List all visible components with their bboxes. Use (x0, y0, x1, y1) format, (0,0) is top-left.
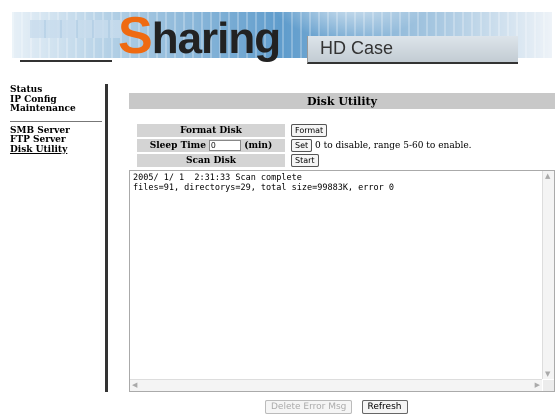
set-button[interactable]: Set (291, 138, 313, 152)
bottom-button-row: Delete Error Msg Refresh (265, 394, 412, 414)
sleep-time-input[interactable] (209, 140, 242, 151)
scrollbar-corner (543, 380, 554, 391)
vertical-scrollbar[interactable]: ▲ ▼ (542, 171, 554, 379)
nav-disk-utility[interactable]: Disk Utility (10, 145, 105, 156)
start-scan-button[interactable]: Start (291, 153, 319, 167)
brand-first-letter: S (118, 7, 153, 65)
chevron-right-icon[interactable]: ▶ (535, 381, 540, 389)
nav-divider (10, 115, 102, 122)
format-row: Format Disk Format (137, 123, 472, 137)
page-title: Disk Utility (129, 93, 555, 109)
nav-maintenance[interactable]: Maintenance (10, 104, 105, 115)
chevron-left-icon[interactable]: ◀ (132, 381, 137, 389)
brand-name: haring (151, 14, 281, 63)
scan-row: Scan Disk Start (137, 153, 472, 167)
log-line: files=91, directorys=29, total size=9988… (133, 183, 394, 193)
sidebar-separator (105, 84, 108, 392)
brand-subtitle: HD Case (320, 38, 394, 58)
log-line: 2005/ 1/ 1 2:31:33 Scan complete (133, 173, 302, 183)
format-button[interactable]: Format (291, 123, 328, 137)
header-banner: Sharing HD Case (0, 0, 555, 78)
scan-log-textarea[interactable]: 2005/ 1/ 1 2:31:33 Scan complete files=91… (129, 170, 555, 392)
banner-swirl (270, 0, 430, 40)
brand-logo: Sharing (118, 7, 281, 65)
scan-log-content: 2005/ 1/ 1 2:31:33 Scan complete files=91… (133, 173, 394, 193)
disk-utility-table: Format Disk Format Sleep Time (min) Set … (137, 122, 472, 169)
chevron-up-icon[interactable]: ▲ (545, 172, 550, 180)
sleep-row: Sleep Time (min) Set 0 to disable, range… (137, 138, 472, 152)
format-label: Format Disk (137, 124, 285, 137)
banner-divider (20, 60, 112, 62)
refresh-button[interactable]: Refresh (361, 400, 408, 414)
subtitle-box: HD Case (307, 36, 518, 64)
delete-error-msg-button[interactable]: Delete Error Msg (265, 400, 353, 414)
banner-decoration (30, 20, 120, 38)
horizontal-scrollbar[interactable]: ◀ ▶ (130, 379, 542, 391)
sleep-unit: (min) (244, 141, 273, 151)
scan-label: Scan Disk (137, 154, 285, 167)
sleep-label: Sleep Time (149, 141, 206, 151)
sleep-hint: 0 to disable, range 5-60 to enable. (315, 140, 472, 151)
chevron-down-icon[interactable]: ▼ (545, 370, 550, 378)
sleep-label-cell: Sleep Time (min) (137, 139, 285, 152)
sidebar-nav: Status IP Config Maintenance SMB Server … (10, 85, 105, 156)
